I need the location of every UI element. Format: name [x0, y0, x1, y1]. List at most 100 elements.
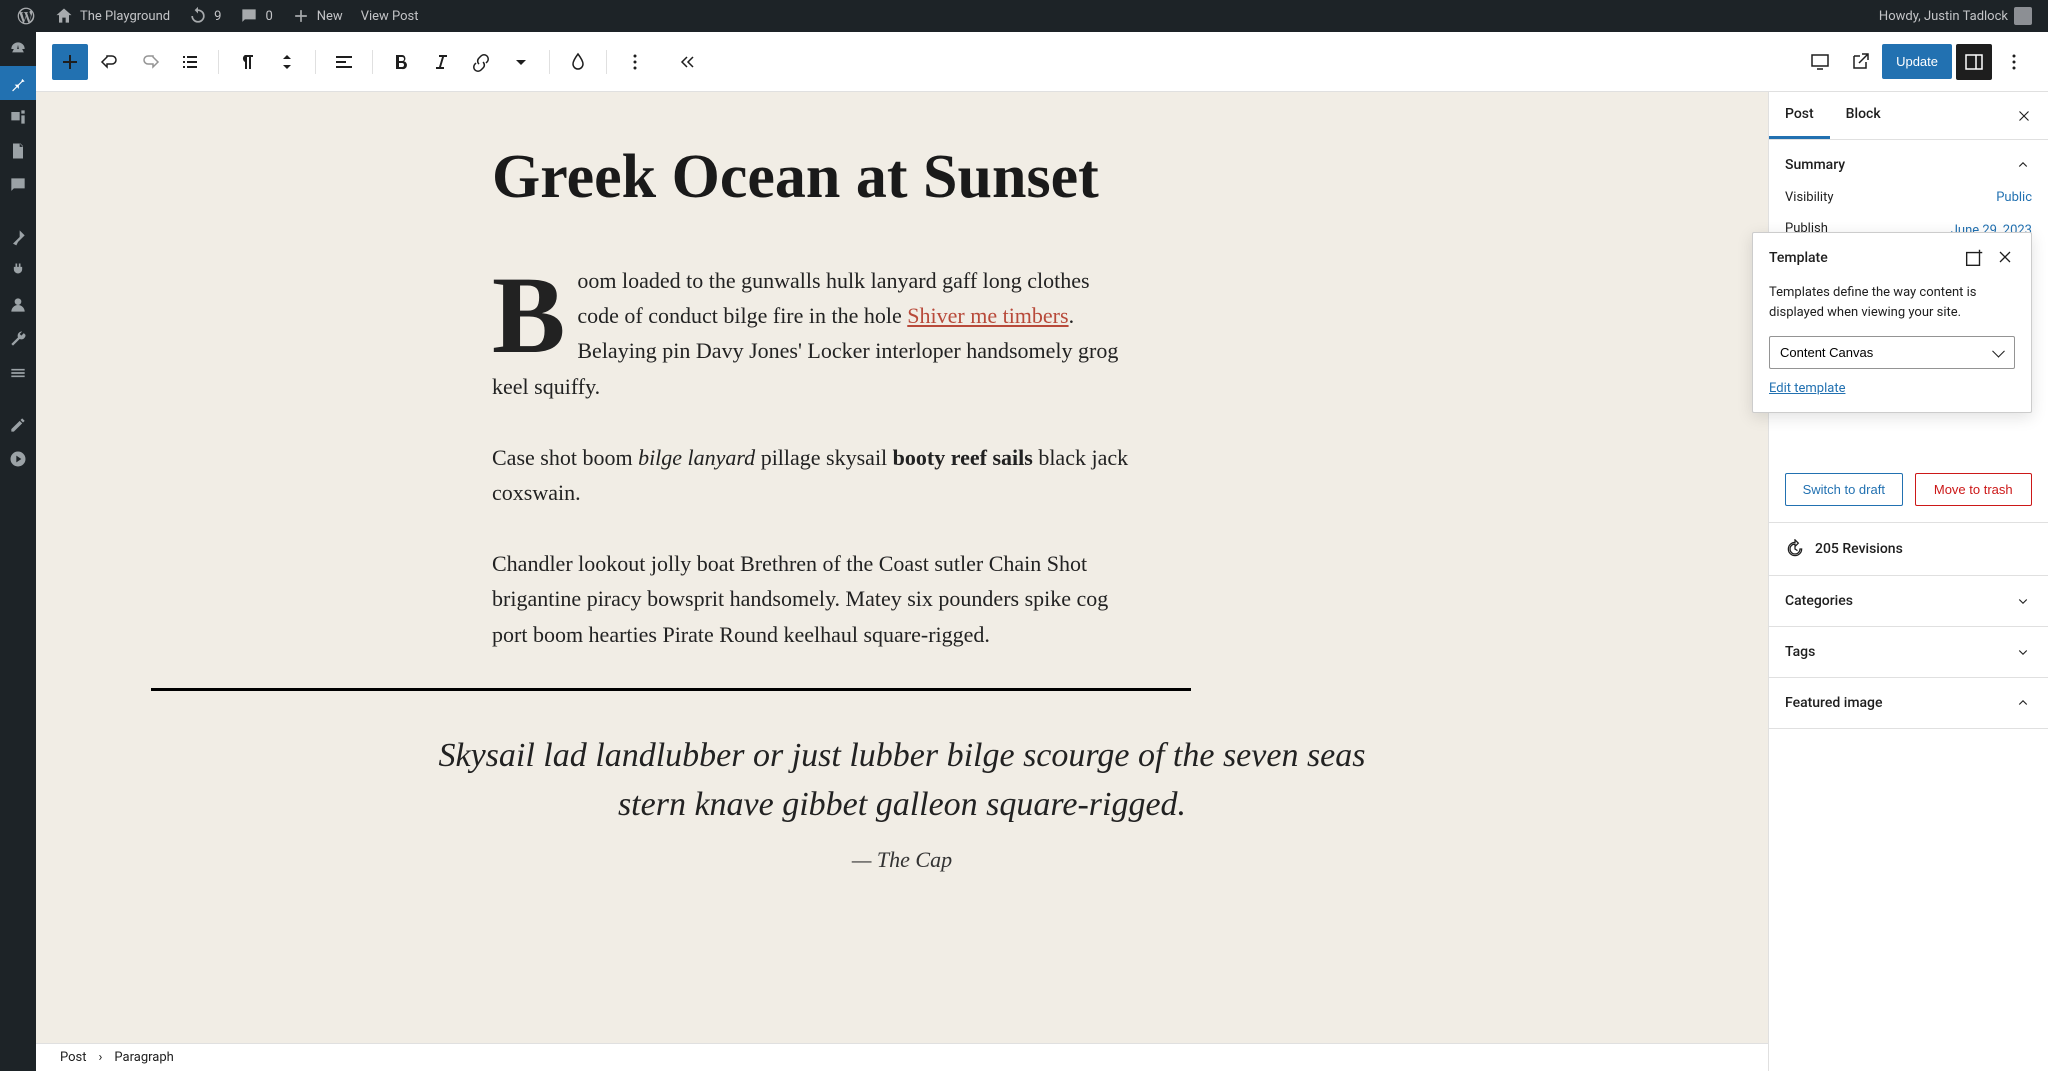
menu-tools[interactable] — [0, 322, 36, 356]
breadcrumb-item[interactable]: Post — [60, 1050, 87, 1065]
preview-link[interactable] — [1842, 44, 1878, 80]
home-icon — [54, 6, 74, 26]
site-name-text: The Playground — [80, 9, 170, 24]
plug-icon — [8, 261, 28, 281]
italic-button[interactable] — [423, 44, 459, 80]
collapse-toolbar[interactable] — [669, 44, 705, 80]
wrench-icon — [8, 329, 28, 349]
settings-sidebar-toggle[interactable] — [1956, 44, 1992, 80]
panel-categories-toggle[interactable]: Categories — [1769, 576, 2048, 626]
sidebar-tabs: Post Block — [1769, 92, 2048, 140]
move-to-trash-button[interactable]: Move to trash — [1915, 473, 2033, 506]
view-post[interactable]: View Post — [353, 0, 427, 32]
menu-media[interactable] — [0, 100, 36, 134]
paragraph-block[interactable]: Boom loaded to the gunwalls hulk lanyard… — [492, 263, 1132, 404]
chevron-right-icon: › — [99, 1050, 103, 1065]
editor-canvas[interactable]: Greek Ocean at Sunset Boom loaded to the… — [36, 92, 1768, 1071]
align-left-icon — [332, 50, 356, 74]
panel-tags-toggle[interactable]: Tags — [1769, 627, 2048, 677]
refresh-icon — [188, 6, 208, 26]
editor-options[interactable] — [1996, 44, 2032, 80]
paragraph-block[interactable]: Chandler lookout jolly boat Brethren of … — [492, 546, 1132, 652]
menu-posts[interactable] — [0, 66, 36, 100]
switch-to-draft-button[interactable]: Switch to draft — [1785, 473, 1903, 506]
editor: Update Greek Ocean at Sunset Boom loaded… — [36, 32, 2048, 1071]
comment-icon — [239, 6, 259, 26]
inline-link[interactable]: Shiver me timbers — [907, 303, 1068, 328]
paragraph-icon — [235, 50, 259, 74]
popover-title: Template — [1769, 250, 1828, 266]
block-inserter[interactable] — [52, 44, 88, 80]
link-button[interactable] — [463, 44, 499, 80]
menu-custom1[interactable] — [0, 408, 36, 442]
updates[interactable]: 9 — [180, 0, 229, 32]
bold-icon — [389, 50, 413, 74]
align-button[interactable] — [326, 44, 362, 80]
tab-post[interactable]: Post — [1769, 92, 1830, 139]
view-button[interactable] — [1802, 44, 1838, 80]
quote-citation[interactable]: — The Cap — [36, 847, 1768, 873]
drop-icon — [566, 50, 590, 74]
chevron-down-icon — [2014, 592, 2032, 610]
panel-featured-image-toggle[interactable]: Featured image — [1769, 678, 2048, 728]
new-menu[interactable]: New — [283, 0, 351, 32]
redo-button[interactable] — [132, 44, 168, 80]
panel-summary-toggle[interactable]: Summary — [1769, 140, 2048, 190]
howdy-text: Howdy, Justin Tadlock — [1879, 9, 2008, 24]
highlight-button[interactable] — [560, 44, 596, 80]
post-title[interactable]: Greek Ocean at Sunset — [492, 142, 1312, 213]
chevrons-left-icon — [675, 50, 699, 74]
menu-pages[interactable] — [0, 134, 36, 168]
menu-settings[interactable] — [0, 356, 36, 390]
chevron-up-icon — [2014, 694, 2032, 712]
bold-button[interactable] — [383, 44, 419, 80]
editor-toolbar: Update — [36, 32, 2048, 92]
edit-template-link[interactable]: Edit template — [1769, 381, 1845, 396]
updates-count: 9 — [214, 9, 221, 24]
paragraph-block-button[interactable] — [229, 44, 265, 80]
sidebar-icon — [1962, 50, 1986, 74]
wp-logo[interactable] — [8, 0, 44, 32]
breadcrumb-item[interactable]: Paragraph — [114, 1050, 173, 1065]
italic-icon — [429, 50, 453, 74]
popover-description: Templates define the way content is disp… — [1769, 283, 2015, 322]
close-sidebar[interactable] — [2000, 92, 2048, 139]
visibility-label: Visibility — [1785, 190, 1834, 205]
quote-block[interactable]: Skysail lad landlubber or just lubber bi… — [402, 731, 1402, 830]
undo-button[interactable] — [92, 44, 128, 80]
move-button[interactable] — [269, 44, 305, 80]
chevron-updown-icon — [275, 50, 299, 74]
menu-users[interactable] — [0, 288, 36, 322]
menu-custom2[interactable] — [0, 442, 36, 476]
user-icon — [8, 295, 28, 315]
template-select[interactable]: Content Canvas — [1769, 336, 2015, 369]
tab-block[interactable]: Block — [1830, 92, 1897, 139]
close-icon[interactable] — [1995, 247, 2015, 267]
menu-plugins[interactable] — [0, 254, 36, 288]
admin-menu — [0, 32, 36, 1071]
block-options[interactable] — [617, 44, 653, 80]
separator-block[interactable] — [151, 688, 1191, 691]
plus-icon — [58, 50, 82, 74]
update-button[interactable]: Update — [1882, 44, 1952, 79]
menu-comments[interactable] — [0, 168, 36, 202]
menu-dashboard[interactable] — [0, 32, 36, 66]
revisions-row[interactable]: 205 Revisions — [1769, 523, 2048, 576]
menu-appearance[interactable] — [0, 220, 36, 254]
kebab-icon — [623, 50, 647, 74]
dashboard-icon — [8, 39, 28, 59]
user-menu[interactable]: Howdy, Justin Tadlock — [1871, 0, 2040, 32]
add-template-icon[interactable] — [1963, 247, 1985, 269]
link-icon — [469, 50, 493, 74]
site-name[interactable]: The Playground — [46, 0, 178, 32]
more-rich-text[interactable] — [503, 44, 539, 80]
pencil-icon — [8, 415, 28, 435]
visibility-value[interactable]: Public — [1996, 190, 2032, 205]
plus-icon — [291, 6, 311, 26]
comments[interactable]: 0 — [231, 0, 280, 32]
chevron-down-icon — [509, 50, 533, 74]
admin-bar: The Playground 9 0 New View Post Howdy, … — [0, 0, 2048, 32]
document-overview[interactable] — [172, 44, 208, 80]
media-icon — [8, 107, 28, 127]
paragraph-block[interactable]: Case shot boom bilge lanyard pillage sky… — [492, 440, 1132, 510]
